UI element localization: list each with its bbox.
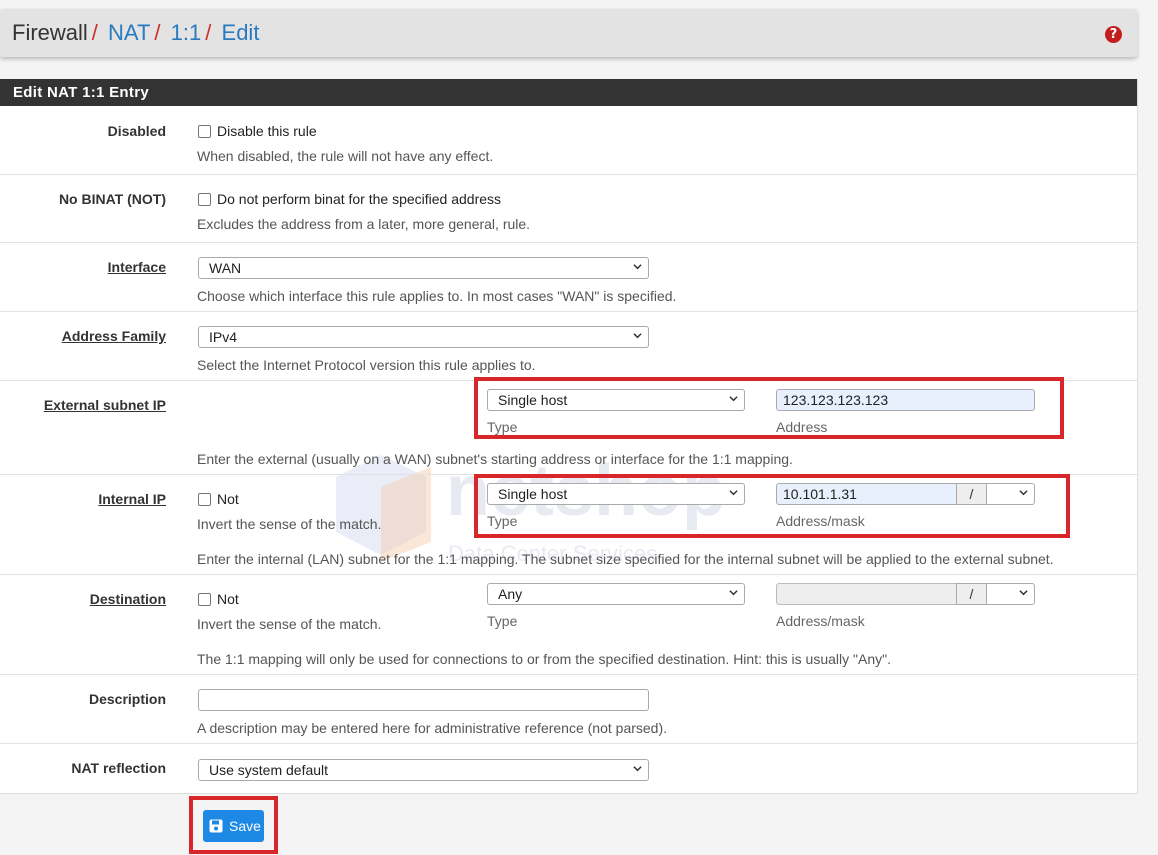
destination-not-help: Invert the sense of the match. bbox=[197, 616, 382, 632]
internal-not-help: Invert the sense of the match. bbox=[197, 516, 382, 532]
description-label: Description bbox=[88, 691, 166, 707]
row-internal-ip: Internal IP Not Invert the sense of the … bbox=[0, 475, 1137, 575]
breadcrumb-nat[interactable]: NAT bbox=[108, 20, 150, 45]
interface-label[interactable]: Interface bbox=[108, 259, 166, 275]
chevron-down-icon bbox=[729, 396, 738, 402]
internal-type-select[interactable]: Single host bbox=[487, 483, 745, 505]
row-address-family: Address Family IPv4 Select the Internet … bbox=[0, 312, 1137, 381]
address-family-help: Select the Internet Protocol version thi… bbox=[197, 357, 536, 373]
external-type-select-value: Single host bbox=[498, 392, 568, 408]
breadcrumb-separator: / bbox=[91, 20, 98, 45]
nobinat-help: Excludes the address from a later, more … bbox=[197, 216, 531, 232]
disabled-label: Disabled bbox=[107, 123, 166, 139]
destination-not-checkbox-label[interactable]: Not bbox=[217, 591, 239, 607]
chevron-down-icon bbox=[729, 490, 738, 496]
row-destination: Destination Not Invert the sense of the … bbox=[0, 575, 1137, 675]
internal-not-checkbox-label[interactable]: Not bbox=[217, 491, 239, 507]
nobinat-checkbox-label[interactable]: Do not perform binat for the specified a… bbox=[217, 191, 501, 207]
chevron-down-icon bbox=[633, 264, 642, 270]
destination-not-checkbox[interactable] bbox=[198, 593, 211, 606]
nobinat-checkbox[interactable] bbox=[198, 193, 211, 206]
nat-reflection-label: NAT reflection bbox=[71, 760, 166, 776]
external-type-select[interactable]: Single host bbox=[487, 389, 745, 411]
destination-address-input[interactable] bbox=[776, 583, 957, 605]
interface-help: Choose which interface this rule applies… bbox=[197, 288, 677, 304]
chevron-down-icon bbox=[1019, 590, 1028, 596]
row-description: Description A description may be entered… bbox=[0, 675, 1137, 744]
chevron-down-icon bbox=[633, 333, 642, 339]
page-header: Firewall / NAT/ 1:1/ Edit ? bbox=[0, 9, 1137, 57]
description-input[interactable] bbox=[198, 689, 649, 711]
breadcrumb: Firewall / NAT/ 1:1/ Edit bbox=[12, 21, 259, 45]
destination-help: The 1:1 mapping will only be used for co… bbox=[197, 651, 891, 667]
internal-not-checkbox[interactable] bbox=[198, 493, 211, 506]
row-external-subnet: External subnet IP Single host Type 123.… bbox=[0, 381, 1137, 475]
destination-mask-select[interactable] bbox=[986, 583, 1035, 605]
destination-label[interactable]: Destination bbox=[90, 591, 166, 607]
external-subnet-help: Enter the external (usually on a WAN) su… bbox=[197, 451, 793, 467]
nat-reflection-select-value: Use system default bbox=[209, 762, 329, 778]
internal-ip-help: Enter the internal (LAN) subnet for the … bbox=[197, 551, 1054, 567]
internal-ip-label[interactable]: Internal IP bbox=[98, 491, 166, 507]
breadcrumb-separator: / bbox=[205, 20, 212, 45]
interface-select-value: WAN bbox=[209, 260, 242, 276]
interface-select[interactable]: WAN bbox=[198, 257, 649, 279]
internal-address-input[interactable]: 10.101.1.31 bbox=[776, 483, 957, 505]
breadcrumb-root: Firewall bbox=[12, 20, 88, 45]
save-icon bbox=[209, 819, 223, 833]
destination-address-sublabel: Address/mask bbox=[776, 613, 865, 629]
destination-mask-slash: / bbox=[956, 583, 987, 605]
external-address-sublabel: Address bbox=[776, 419, 828, 435]
internal-type-select-value: Single host bbox=[498, 486, 568, 502]
chevron-down-icon bbox=[633, 766, 642, 772]
chevron-down-icon bbox=[729, 590, 738, 596]
disable-rule-checkbox[interactable] bbox=[198, 125, 211, 138]
destination-type-select-value: Any bbox=[498, 586, 523, 602]
panel-title: Edit NAT 1:1 Entry bbox=[0, 79, 1137, 106]
destination-type-select[interactable]: Any bbox=[487, 583, 745, 605]
description-help: A description may be entered here for ad… bbox=[197, 720, 668, 736]
breadcrumb-1to1[interactable]: 1:1 bbox=[171, 20, 202, 45]
address-family-label[interactable]: Address Family bbox=[62, 328, 166, 344]
address-family-select[interactable]: IPv4 bbox=[198, 326, 649, 348]
row-disabled: Disabled Disable this rule When disabled… bbox=[0, 106, 1137, 175]
internal-address-sublabel: Address/mask bbox=[776, 513, 865, 529]
nat-reflection-select[interactable]: Use system default bbox=[198, 759, 649, 781]
external-subnet-label[interactable]: External subnet IP bbox=[44, 397, 166, 413]
internal-mask-slash: / bbox=[956, 483, 987, 505]
internal-mask-select[interactable] bbox=[986, 483, 1035, 505]
save-button[interactable]: Save bbox=[203, 810, 264, 842]
row-interface: Interface WAN Choose which interface thi… bbox=[0, 243, 1137, 312]
nobinat-label: No BINAT (NOT) bbox=[58, 191, 166, 207]
destination-type-sublabel: Type bbox=[487, 613, 518, 629]
external-type-sublabel: Type bbox=[487, 419, 518, 435]
breadcrumb-edit[interactable]: Edit bbox=[222, 20, 260, 45]
row-nobinat: No BINAT (NOT) Do not perform binat for … bbox=[0, 175, 1137, 243]
row-nat-reflection: NAT reflection Use system default bbox=[0, 744, 1137, 793]
external-address-input[interactable]: 123.123.123.123 bbox=[776, 389, 1035, 411]
edit-panel: Edit NAT 1:1 Entry netshop Data Center S… bbox=[0, 79, 1138, 794]
save-button-label: Save bbox=[229, 818, 261, 834]
disable-rule-checkbox-label[interactable]: Disable this rule bbox=[217, 123, 317, 139]
internal-type-sublabel: Type bbox=[487, 513, 518, 529]
disabled-help: When disabled, the rule will not have an… bbox=[197, 148, 494, 164]
address-family-select-value: IPv4 bbox=[209, 329, 238, 345]
breadcrumb-separator: / bbox=[154, 20, 161, 45]
chevron-down-icon bbox=[1019, 490, 1028, 496]
help-icon[interactable]: ? bbox=[1105, 26, 1122, 43]
